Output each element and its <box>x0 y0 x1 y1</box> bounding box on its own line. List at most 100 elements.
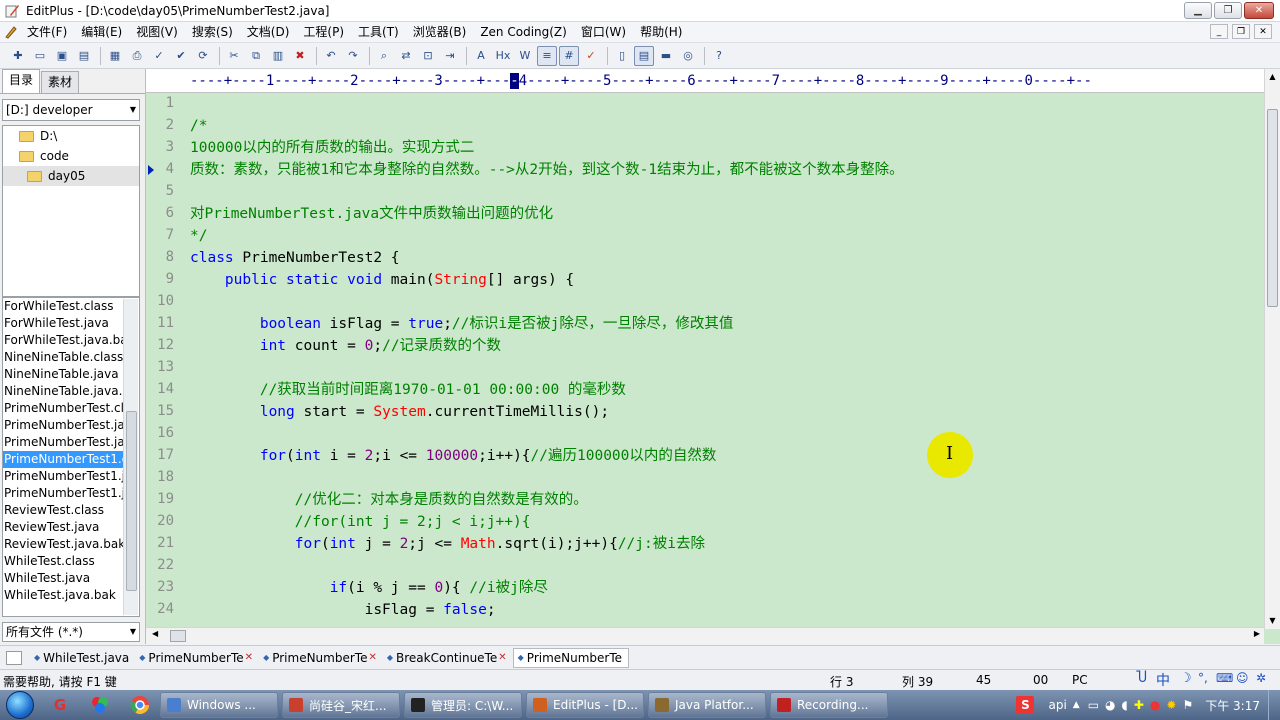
mdi-minimize-button[interactable]: _ <box>1210 24 1228 39</box>
file-list-item[interactable]: NineNineTable.class <box>3 349 124 366</box>
word-wrap-icon[interactable]: W <box>515 46 535 66</box>
tab-close-icon[interactable]: ✕ <box>245 648 253 668</box>
code-line[interactable]: */ <box>190 225 207 247</box>
menu-item-7[interactable]: 浏览器(B) <box>406 22 474 42</box>
replace-icon[interactable]: ⇄ <box>396 46 416 66</box>
tree-item-code[interactable]: code <box>3 146 139 166</box>
maximize-button[interactable]: ❐ <box>1214 2 1242 19</box>
keyboard-icon[interactable]: ⌨ <box>1216 671 1233 685</box>
spell-toggle-icon[interactable]: ✓ <box>581 46 601 66</box>
paste-icon[interactable]: ▥ <box>268 46 288 66</box>
print-icon[interactable]: ⎙ <box>127 46 147 66</box>
taskbar-task[interactable]: 管理员: C:\W... <box>404 692 522 718</box>
code-line[interactable]: //获取当前时间距离1970-01-01 00:00:00 的毫秒数 <box>190 379 626 401</box>
tree-item-day05[interactable]: day05 <box>3 166 139 186</box>
file-list-item[interactable]: PrimeNumberTest.java.bak <box>3 434 124 451</box>
cut-icon[interactable]: ✂ <box>224 46 244 66</box>
save-icon[interactable]: ▣ <box>52 46 72 66</box>
code-line[interactable]: isFlag = false; <box>190 599 496 621</box>
settings-icon[interactable]: ✲ <box>1256 671 1266 685</box>
font-icon[interactable]: A <box>471 46 491 66</box>
battery-icon[interactable]: ▭ <box>1088 698 1099 712</box>
menu-item-1[interactable]: 编辑(E) <box>74 22 129 42</box>
close-button[interactable]: ✕ <box>1244 2 1274 19</box>
scroll-up-icon[interactable]: ▲ <box>1265 69 1280 85</box>
line-number-toggle-icon[interactable]: # <box>559 45 579 66</box>
scroll-left-icon[interactable]: ◀ <box>152 629 158 638</box>
taskbar-task[interactable]: Windows ... <box>160 692 278 718</box>
find-in-files-icon[interactable]: ⊡ <box>418 46 438 66</box>
file-list-item[interactable]: ForWhileTest.java <box>3 315 124 332</box>
volume-icon[interactable]: ◖ <box>1122 698 1128 712</box>
code-line[interactable]: class PrimeNumberTest2 { <box>190 247 400 269</box>
file-list-item[interactable]: ForWhileTest.java.bak <box>3 332 124 349</box>
code-area[interactable]: /* 100000以内的所有质数的输出。实现方式二 质数：素数，只能被1和它本身整除… <box>190 93 1260 623</box>
hex-icon[interactable]: Hx <box>493 46 513 66</box>
scrollbar-thumb[interactable] <box>1267 109 1278 307</box>
file-list-item[interactable]: PrimeNumberTest1.class <box>3 451 124 468</box>
code-editor[interactable]: ----+----1----+----2----+----3----+----4… <box>146 69 1280 644</box>
sun-icon[interactable]: ✹ <box>1166 698 1176 712</box>
tab-close-icon[interactable]: ✕ <box>368 648 376 668</box>
code-line[interactable]: //优化二：对本身是质数的自然数是有效的。 <box>190 489 588 511</box>
user-icon[interactable]: ☺ <box>1236 671 1249 685</box>
horizontal-scrollbar[interactable]: ◀ ▶ <box>146 627 1264 644</box>
file-list-item[interactable]: PrimeNumberTest1.java.bak <box>3 485 124 502</box>
file-list-item[interactable]: WhileTest.class <box>3 553 124 570</box>
document-tab[interactable]: ◆ PrimeNumberTe ✕ <box>259 648 383 668</box>
scrollbar-thumb[interactable] <box>170 630 186 642</box>
menu-item-10[interactable]: 帮助(H) <box>633 22 689 42</box>
tab-clip-library[interactable]: 素材 <box>41 71 80 93</box>
spellcheck-icon[interactable]: ✓ <box>149 46 169 66</box>
document-tab[interactable]: ◆ WhileTest.java <box>30 648 135 668</box>
app-g-icon[interactable]: G <box>40 692 80 718</box>
print-preview-icon[interactable]: ▦ <box>105 46 125 66</box>
code-line[interactable]: boolean isFlag = true;//标识i是否被j除尽，一旦除尽，修… <box>190 313 734 335</box>
open-folder-icon[interactable]: ▭ <box>30 46 50 66</box>
menu-item-6[interactable]: 工具(T) <box>351 22 406 42</box>
file-list-item[interactable]: NineNineTable.java <box>3 366 124 383</box>
check-icon[interactable]: ✔ <box>171 46 191 66</box>
browser-icon[interactable]: ◎ <box>678 46 698 66</box>
file-list-item[interactable]: ReviewTest.java <box>3 519 124 536</box>
drive-select[interactable]: [D:] developer ▼ <box>2 99 140 121</box>
redo-icon[interactable]: ↷ <box>343 46 363 66</box>
taskbar-task[interactable]: EditPlus - [D... <box>526 692 644 718</box>
record-icon[interactable]: ● <box>1150 698 1160 712</box>
network-icon[interactable]: ◕ <box>1105 698 1115 712</box>
code-line[interactable]: long start = System.currentTimeMillis(); <box>190 401 609 423</box>
code-line[interactable]: 100000以内的所有质数的输出。实现方式二 <box>190 137 474 159</box>
start-button[interactable] <box>0 690 40 720</box>
colorful-app-icon[interactable] <box>80 692 120 718</box>
scroll-down-icon[interactable]: ▼ <box>1265 613 1280 629</box>
clock[interactable]: 下午 3:17 <box>1205 697 1260 714</box>
copy-icon[interactable]: ⧉ <box>246 46 266 66</box>
ime-lang[interactable]: 中 <box>1156 670 1170 690</box>
flag-icon[interactable]: ⚑ <box>1182 698 1193 712</box>
document-list-icon[interactable] <box>6 650 22 665</box>
code-line[interactable]: //for(int j = 2;j < i;j++){ <box>190 511 531 533</box>
menu-item-9[interactable]: 窗口(W) <box>574 22 633 42</box>
code-line[interactable]: 对PrimeNumberTest.java文件中质数输出问题的优化 <box>190 203 553 225</box>
scroll-right-icon[interactable]: ▶ <box>1254 629 1260 638</box>
code-line[interactable]: for(int i = 2;i <= 100000;i++){//遍历10000… <box>190 445 717 467</box>
taskbar-task[interactable]: Recording... <box>770 692 888 718</box>
scrollbar-thumb[interactable] <box>126 411 137 591</box>
shield-icon[interactable]: ✚ <box>1134 698 1144 712</box>
show-desktop-button[interactable] <box>1268 690 1280 720</box>
output-window-icon[interactable]: ▬ <box>656 46 676 66</box>
document-tab[interactable]: ◆ PrimeNumberTe <box>512 647 630 668</box>
code-line[interactable]: int count = 0;//记录质数的个数 <box>190 335 501 357</box>
help-icon[interactable]: ? <box>709 46 729 66</box>
file-filter-select[interactable]: 所有文件 (*.*) ▼ <box>2 622 140 642</box>
tray-expand-icon[interactable]: ▲ <box>1073 700 1080 710</box>
refresh-icon[interactable]: ⟳ <box>193 46 213 66</box>
undo-icon[interactable]: ↶ <box>321 46 341 66</box>
file-list-item[interactable]: ReviewTest.class <box>3 502 124 519</box>
file-list-item[interactable]: ForWhileTest.class <box>3 298 124 315</box>
tab-directory[interactable]: 目录 <box>2 69 41 93</box>
file-list-item[interactable]: PrimeNumberTest.class <box>3 400 124 417</box>
menu-item-8[interactable]: Zen Coding(Z) <box>473 22 574 42</box>
punctuation-icon[interactable]: °, <box>1198 671 1208 685</box>
tab-close-icon[interactable]: ✕ <box>498 648 506 668</box>
